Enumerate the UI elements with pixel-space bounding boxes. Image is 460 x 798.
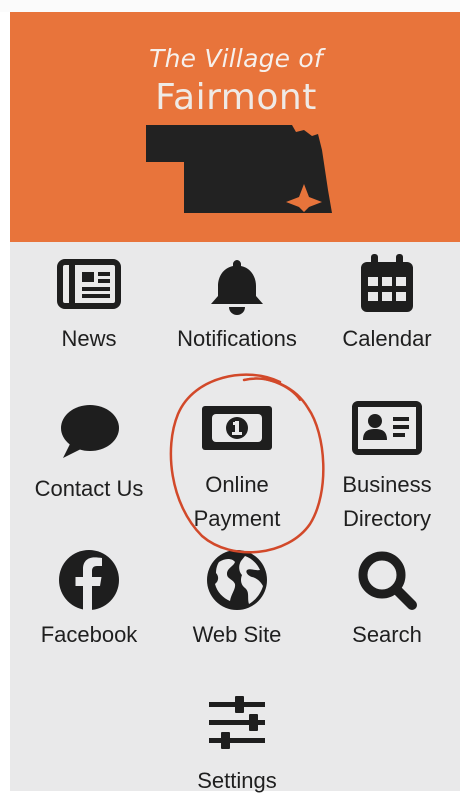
nebraska-map-icon [146, 125, 332, 213]
header-title-small: The Village of [149, 44, 323, 73]
money-bill-icon [202, 406, 272, 450]
globe-icon [207, 550, 267, 610]
settings-tile[interactable]: Settings [162, 694, 312, 798]
sliders-icon [209, 696, 265, 749]
business-directory-label-line2: Directory [342, 506, 431, 531]
header-title-large: Fairmont [155, 77, 317, 118]
business-directory-label-line1: Business [342, 472, 432, 497]
settings-label: Settings [197, 768, 277, 793]
id-card-icon [352, 401, 422, 455]
notifications-label: Notifications [177, 326, 297, 351]
online-payment-tile[interactable]: Online Payment [162, 402, 312, 536]
calendar-tile[interactable]: Calendar [312, 252, 460, 356]
contact-us-label: Contact Us [34, 476, 144, 501]
app-header: The Village of Fairmont [10, 12, 460, 242]
online-payment-label-line2: Payment [193, 506, 281, 531]
news-tile[interactable]: News [14, 256, 164, 356]
web-site-tile[interactable]: Web Site [162, 548, 312, 652]
bell-icon [211, 260, 263, 315]
facebook-tile[interactable]: Facebook [14, 548, 164, 652]
calendar-label: Calendar [342, 326, 432, 351]
web-site-label: Web Site [192, 622, 282, 647]
search-tile[interactable]: Search [312, 548, 460, 652]
contact-us-tile[interactable]: Contact Us [14, 402, 164, 506]
menu-grid: News Notifications Calendar Contact Us O… [10, 242, 460, 793]
magnifier-icon [358, 551, 417, 610]
search-label: Search [352, 622, 422, 647]
calendar-icon [361, 254, 413, 312]
facebook-icon [59, 550, 119, 610]
notifications-tile[interactable]: Notifications [162, 256, 312, 356]
top-strip [0, 0, 460, 12]
speech-bubble-icon [61, 405, 119, 458]
newspaper-icon [57, 259, 121, 309]
business-directory-tile[interactable]: Business Directory [312, 400, 460, 536]
news-label: News [61, 326, 117, 351]
facebook-label: Facebook [40, 622, 138, 647]
online-payment-label-line1: Online [205, 472, 269, 497]
